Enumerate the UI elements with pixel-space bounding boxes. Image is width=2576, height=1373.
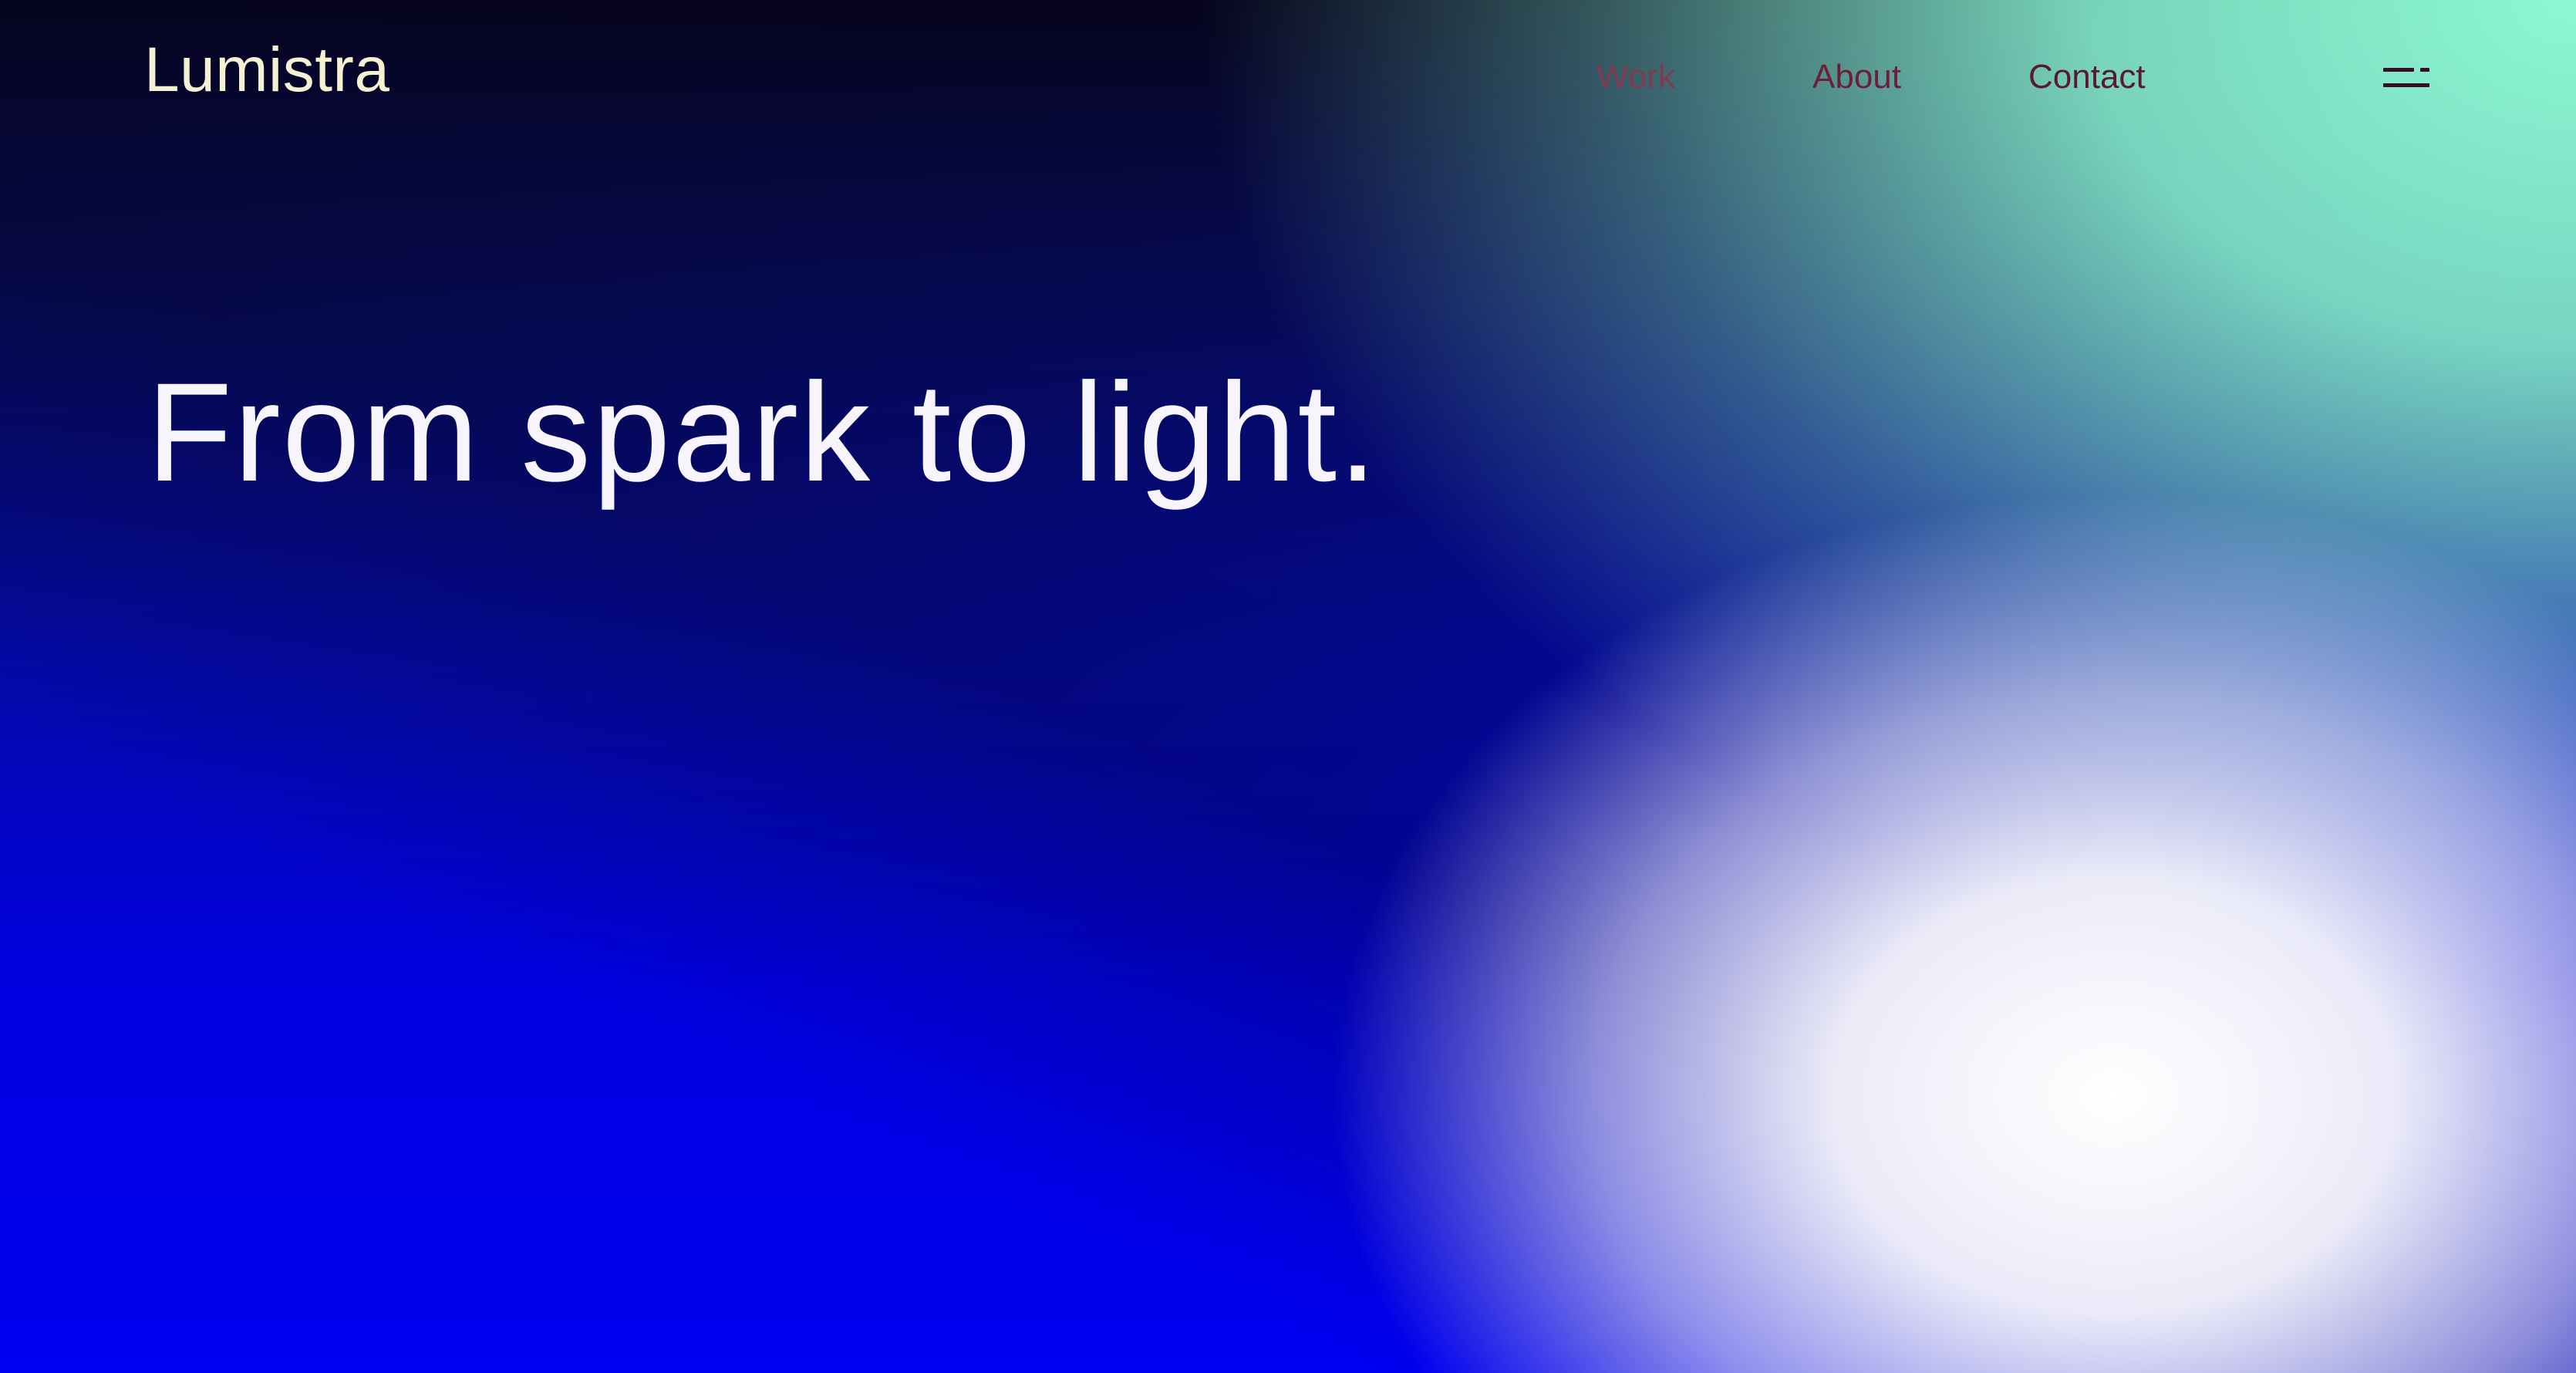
hero-section: Lumistra Work About Contact From spark t…	[0, 0, 2576, 1373]
nav-link-about[interactable]: About	[1812, 60, 1901, 94]
menu-icon-bar	[2383, 83, 2429, 87]
menu-icon-bar	[2420, 68, 2429, 72]
hero-headline: From spark to light.	[147, 353, 1379, 511]
menu-icon-bar	[2383, 68, 2414, 72]
menu-button[interactable]	[2375, 60, 2437, 96]
nav-link-contact[interactable]: Contact	[2028, 60, 2146, 94]
brand-logo[interactable]: Lumistra	[144, 39, 389, 102]
nav-link-work[interactable]: Work	[1597, 60, 1675, 94]
